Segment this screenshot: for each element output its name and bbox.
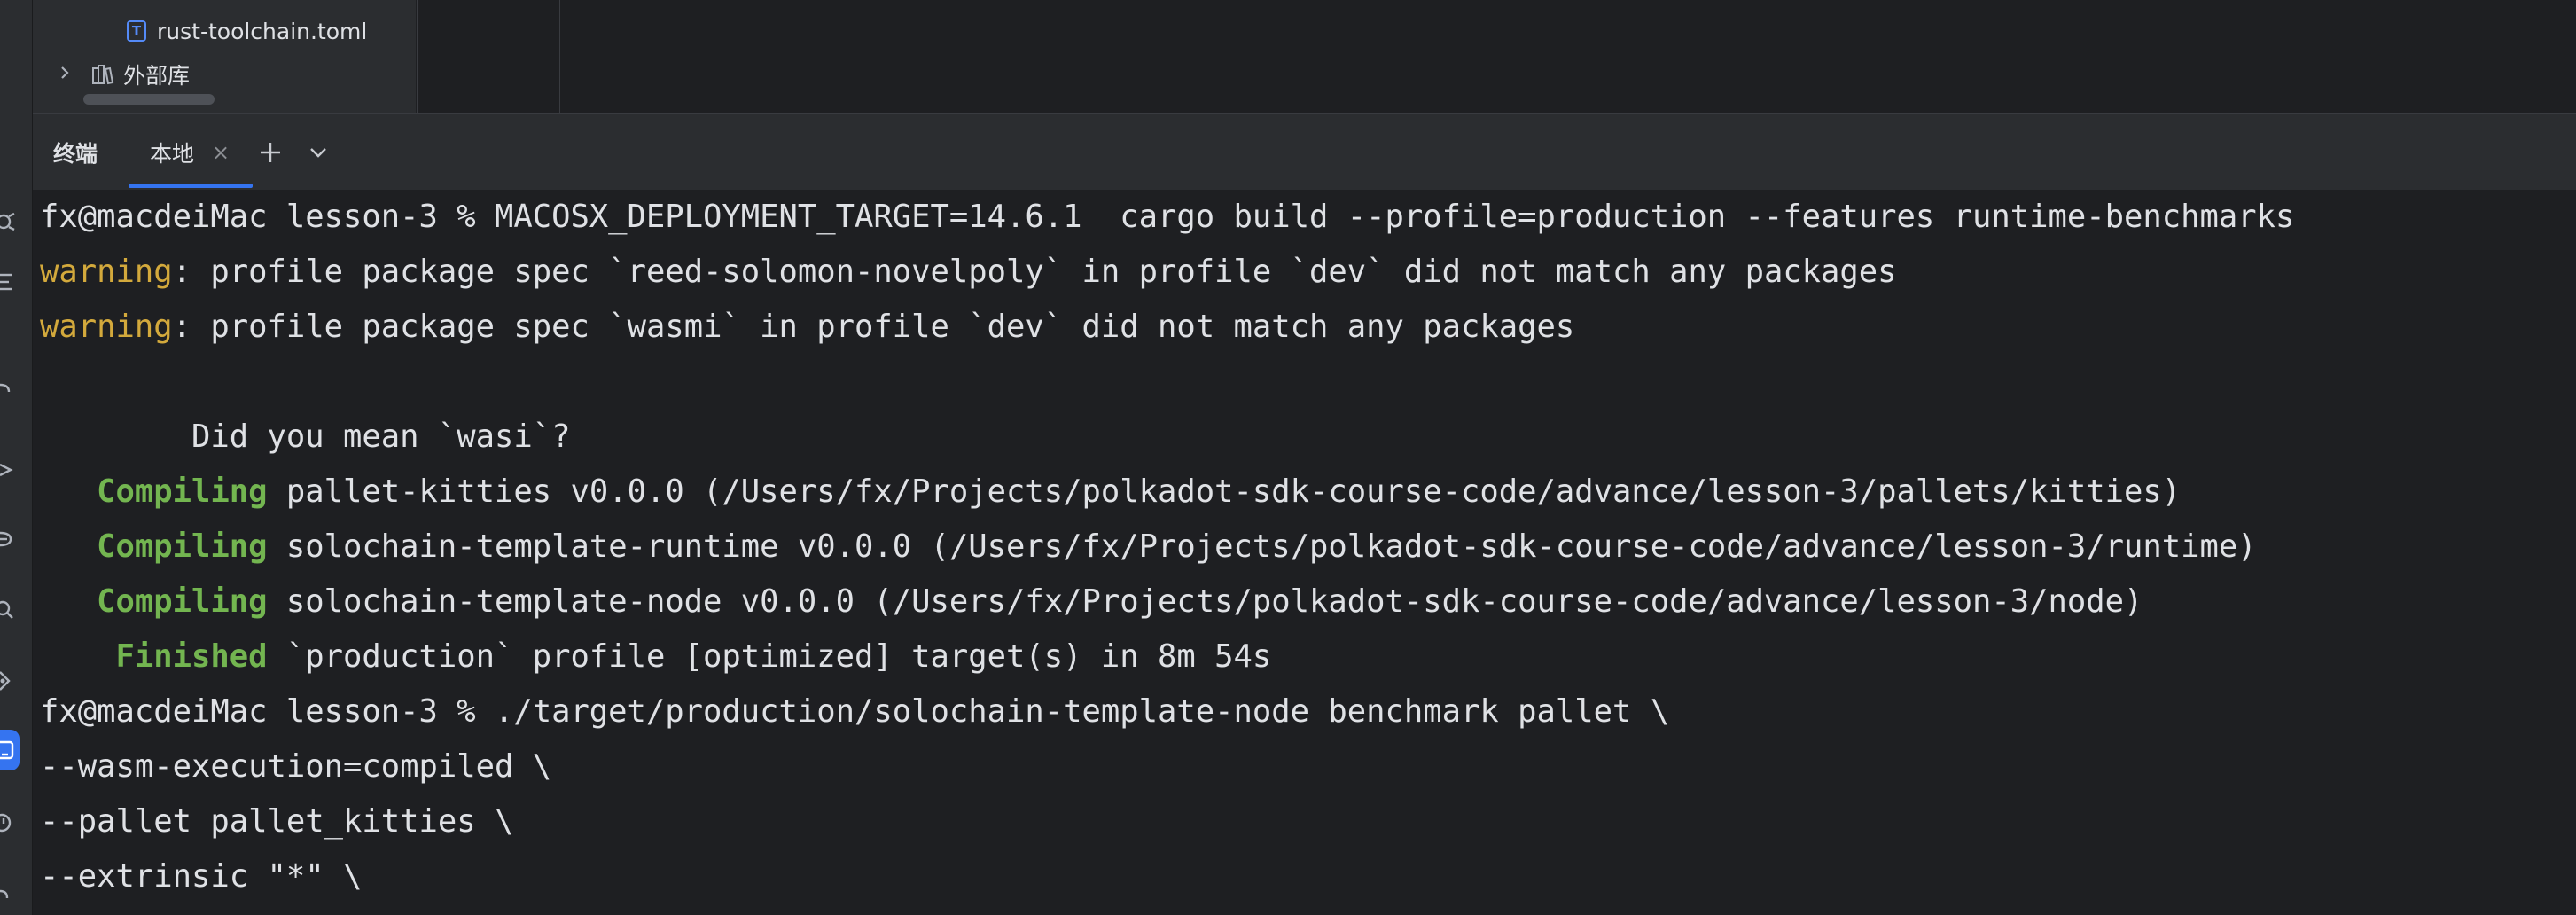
tab-label: 本地 (150, 141, 195, 167)
terminal-line: --wasm-execution=compiled \ (40, 739, 551, 794)
tree-item-external-libraries[interactable]: 外部库 (59, 55, 190, 94)
terminal-text-segment: : profile package spec `wasmi` in profil… (172, 309, 1575, 345)
editor-gutter-area (417, 0, 560, 113)
terminal-output[interactable]: fx@macdeiMac lesson-3 % MACOSX_DEPLOYMEN… (33, 190, 2576, 915)
run-icon[interactable] (0, 452, 18, 488)
terminal-text-segment: : profile package spec `reed-solomon-nov… (172, 254, 1897, 290)
ide-window: T rust-toolchain.toml 外部库 终端 本地 × fx@mac… (0, 0, 2576, 915)
terminal-line: Finished `production` profile [optimized… (40, 630, 1271, 684)
terminal-text-segment: --wasm-execution=compiled \ (40, 748, 552, 785)
terminal-text-segment: --pallet pallet_kitties \ (40, 803, 514, 840)
terminal-text-segment: pallet-kitties v0.0.0 (/Users/fx/Project… (267, 473, 2182, 510)
tree-item-label: 外部库 (123, 63, 191, 89)
terminal-text-segment: Did you mean `wasi`? (40, 418, 571, 455)
terminal-line: --extrinsic "*" \ (40, 849, 362, 904)
terminal-line: fx@macdeiMac lesson-3 % MACOSX_DEPLOYMEN… (40, 190, 2294, 245)
terminal-text-segment: fx@macdeiMac lesson-3 % MACOSX_DEPLOYMEN… (40, 199, 2295, 235)
problems-icon[interactable] (0, 805, 18, 841)
notifications-icon[interactable] (0, 372, 18, 408)
terminal-text-segment: warning (40, 309, 173, 345)
tab-local[interactable]: 本地 × (129, 114, 253, 191)
terminal-text-segment: `production` profile [optimized] target(… (267, 638, 1272, 675)
terminal-line: warning: profile package spec `reed-solo… (40, 245, 1897, 300)
terminal-text-segment: warning (40, 254, 173, 290)
new-tab-button[interactable] (256, 114, 285, 191)
terminal-tab-bar: 终端 本地 × (33, 113, 2576, 190)
project-tree-panel: T rust-toolchain.toml 外部库 (33, 0, 416, 113)
debug-bug-icon[interactable] (0, 204, 18, 239)
services-icon[interactable] (0, 876, 18, 911)
tree-item-rust-toolchain[interactable]: T rust-toolchain.toml (127, 12, 367, 51)
active-tab-indicator (129, 184, 253, 188)
horizontal-scrollbar[interactable] (83, 94, 215, 105)
search-icon[interactable] (0, 592, 18, 628)
tool-window-strip (0, 0, 33, 915)
terminal-line: Compiling pallet-kitties v0.0.0 (/Users/… (40, 465, 2181, 520)
library-icon (91, 64, 114, 85)
terminal-line: Compiling solochain-template-runtime v0.… (40, 520, 2257, 575)
terminal-line: --pallet pallet_kitties \ (40, 794, 513, 849)
toml-file-icon: T (127, 20, 146, 42)
chevron-right-icon[interactable] (59, 64, 72, 86)
terminal-text-segment: Compiling (40, 583, 268, 620)
terminal-text-segment: fx@macdeiMac lesson-3 % ./target/product… (40, 693, 1670, 730)
terminal-text-segment: Compiling (40, 528, 268, 565)
terminal-line: fx@macdeiMac lesson-3 % ./target/product… (40, 684, 1669, 739)
terminal-line: Compiling solochain-template-node v0.0.0… (40, 575, 2143, 630)
database-icon[interactable] (0, 521, 18, 557)
terminal-line: warning: profile package spec `wasmi` in… (40, 300, 1574, 355)
tree-item-label: rust-toolchain.toml (157, 18, 368, 44)
terminal-text-segment: solochain-template-node v0.0.0 (/Users/f… (267, 583, 2143, 620)
terminal-text-segment: Finished (40, 638, 268, 675)
terminal-text-segment: solochain-template-runtime v0.0.0 (/User… (267, 528, 2257, 565)
terminal-line: Did you mean `wasi`? (40, 410, 570, 465)
terminal-panel-title: 终端 (53, 141, 98, 167)
terminal-text-segment: --extrinsic "*" \ (40, 858, 363, 895)
terminal-text-segment: Compiling (40, 473, 268, 510)
git-icon[interactable] (0, 663, 18, 699)
chevron-down-icon (310, 148, 326, 158)
plus-icon (261, 143, 280, 162)
tab-dropdown-button[interactable] (306, 114, 331, 191)
structure-icon[interactable] (0, 264, 18, 300)
terminal-tool-icon[interactable] (0, 730, 20, 770)
close-icon[interactable]: × (212, 140, 230, 165)
